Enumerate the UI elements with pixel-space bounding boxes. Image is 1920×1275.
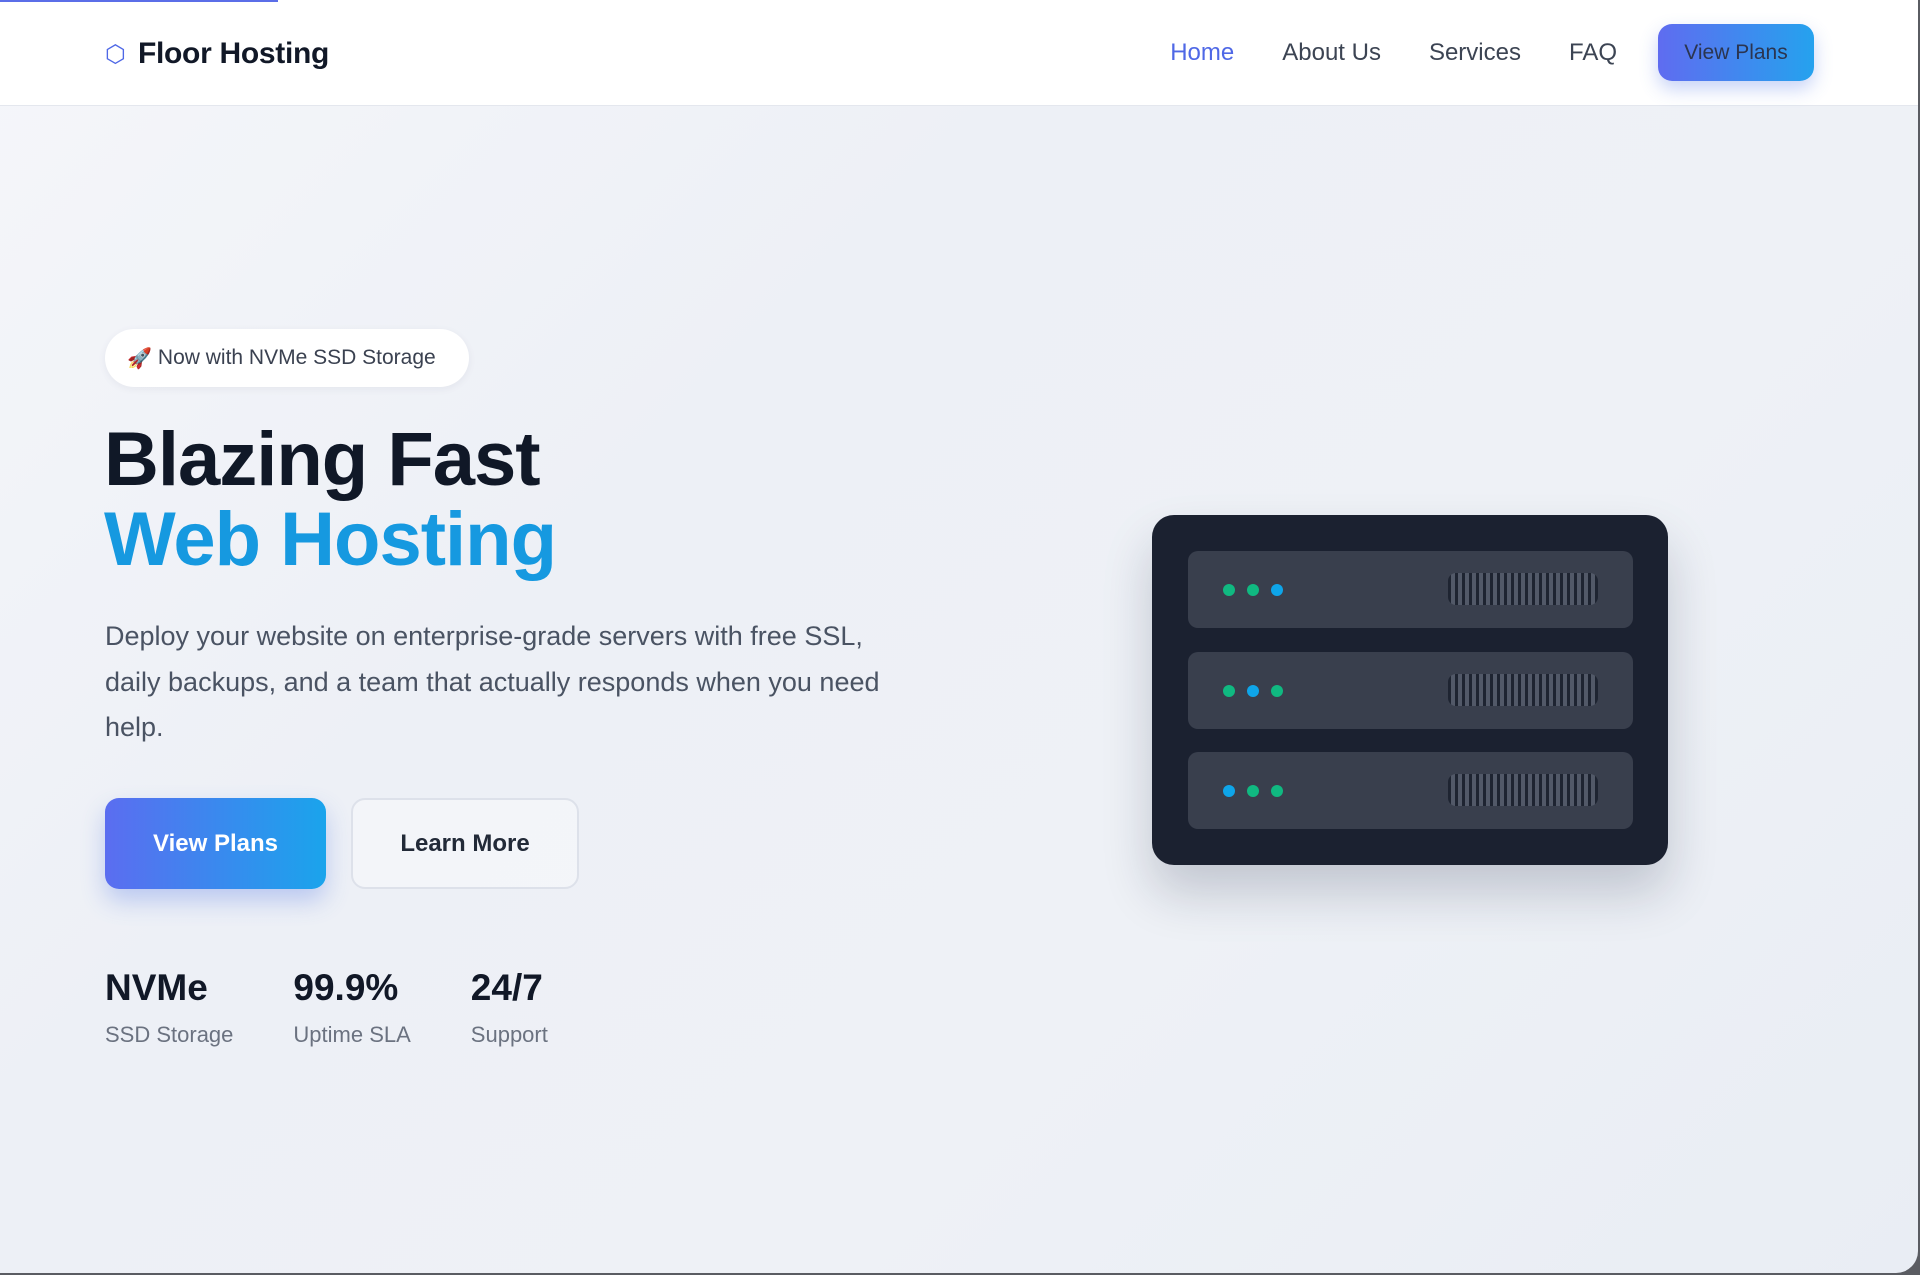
view-plans-button[interactable]: View Plans xyxy=(105,798,326,889)
hero-description: Deploy your website on enterprise-grade … xyxy=(105,621,880,742)
status-led xyxy=(1271,584,1283,596)
status-led xyxy=(1247,584,1259,596)
vent-grille xyxy=(1448,573,1598,605)
status-led xyxy=(1223,685,1235,697)
server-unit xyxy=(1188,752,1633,829)
stats-row: NVMe SSD Storage 99.9% Uptime SLA 24/7 S… xyxy=(105,966,608,1048)
status-led xyxy=(1247,685,1259,697)
stat-label: SSD Storage xyxy=(105,1022,234,1047)
hero-title: Blazing Fast Web Hosting xyxy=(104,417,557,582)
main-nav: Home About Us Services FAQ xyxy=(1170,30,1617,76)
nav-item-services[interactable]: Services xyxy=(1429,39,1521,67)
status-led xyxy=(1271,785,1283,797)
header-view-plans-button[interactable]: View Plans xyxy=(1658,24,1814,81)
status-led xyxy=(1271,685,1283,697)
learn-more-button[interactable]: Learn More xyxy=(351,798,579,889)
stat-value: 24/7 xyxy=(470,967,543,1008)
brand-name: Floor Hosting xyxy=(137,37,330,70)
page-load-progress-bar xyxy=(0,0,278,2)
browser-page: ⬡ Floor Hosting Home About Us Services F… xyxy=(0,0,1918,1273)
stat-storage: NVMe SSD Storage xyxy=(105,966,233,1048)
rocket-icon: 🚀 xyxy=(127,346,152,370)
logo[interactable]: ⬡ Floor Hosting xyxy=(105,35,329,73)
status-led xyxy=(1223,785,1235,797)
feature-badge: 🚀 Now with NVMe SSD Storage xyxy=(105,329,469,387)
vent-grille xyxy=(1448,774,1598,806)
stat-value: NVMe xyxy=(105,967,208,1008)
server-unit xyxy=(1188,652,1633,729)
server-unit xyxy=(1188,551,1633,628)
hero-title-line-1: Blazing Fast xyxy=(104,417,541,502)
hero-title-line-2: Web Hosting xyxy=(104,497,557,582)
hexagon-icon: ⬡ xyxy=(105,40,126,68)
site-header: ⬡ Floor Hosting Home About Us Services F… xyxy=(0,0,1918,106)
stat-value: 99.9% xyxy=(293,967,399,1008)
nav-item-faq[interactable]: FAQ xyxy=(1569,39,1617,67)
stat-support: 24/7 Support xyxy=(471,966,548,1048)
status-led xyxy=(1223,584,1235,596)
server-rack-illustration xyxy=(1152,515,1668,865)
stat-uptime: 99.9% Uptime SLA xyxy=(293,966,410,1048)
badge-text: Now with NVMe SSD Storage xyxy=(157,346,436,369)
nav-item-about-us[interactable]: About Us xyxy=(1282,39,1381,67)
stat-label: Uptime SLA xyxy=(293,1022,411,1047)
status-led xyxy=(1247,785,1259,797)
stat-label: Support xyxy=(470,1022,548,1047)
vent-grille xyxy=(1448,674,1598,706)
nav-item-home[interactable]: Home xyxy=(1170,39,1234,67)
